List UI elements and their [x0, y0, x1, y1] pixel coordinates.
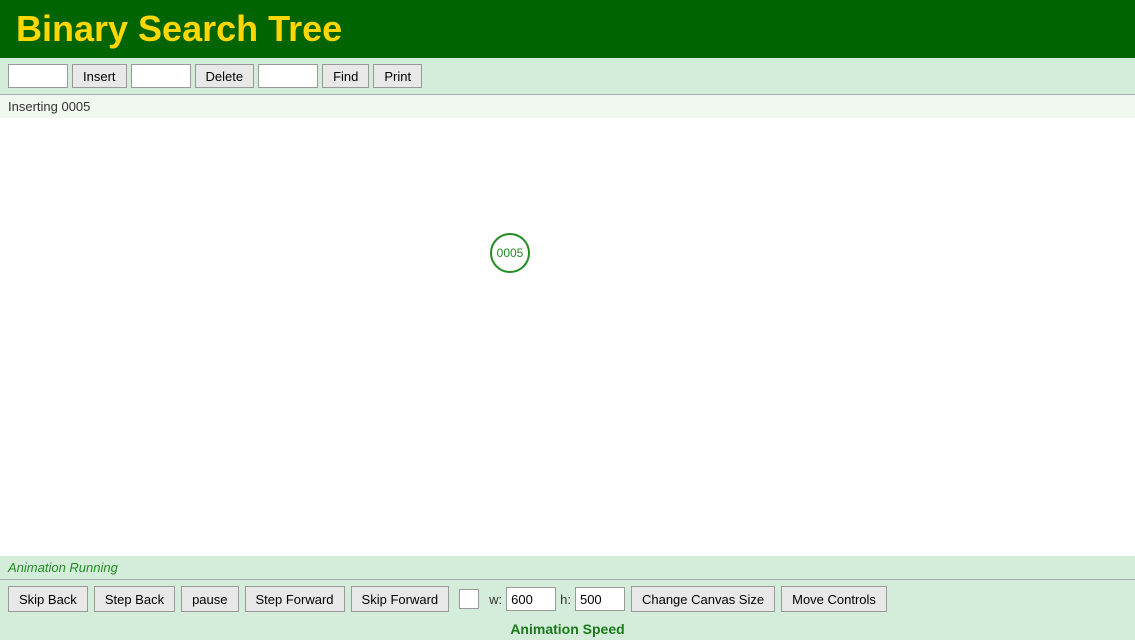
toolbar: Insert Delete Find Print: [0, 58, 1135, 95]
print-button[interactable]: Print: [373, 64, 422, 88]
delete-button[interactable]: Delete: [195, 64, 255, 88]
animation-running-label: Animation Running: [8, 560, 118, 575]
pause-button[interactable]: pause: [181, 586, 238, 612]
header: Binary Search Tree: [0, 0, 1135, 58]
height-label: h:: [560, 592, 571, 607]
animation-status: Animation Running: [0, 556, 1135, 579]
step-back-button[interactable]: Step Back: [94, 586, 175, 612]
find-button[interactable]: Find: [322, 64, 369, 88]
status-area: Inserting 0005: [0, 95, 1135, 118]
skip-forward-button[interactable]: Skip Forward: [351, 586, 450, 612]
animation-speed-label: Animation Speed: [510, 621, 624, 637]
move-controls-button[interactable]: Move Controls: [781, 586, 887, 612]
page-title: Binary Search Tree: [16, 8, 1119, 50]
canvas-area: 0005: [0, 118, 1135, 556]
width-label: w:: [489, 592, 502, 607]
step-forward-button[interactable]: Step Forward: [245, 586, 345, 612]
change-canvas-button[interactable]: Change Canvas Size: [631, 586, 775, 612]
insert-input[interactable]: [8, 64, 68, 88]
delete-input[interactable]: [131, 64, 191, 88]
dimension-group: w: h:: [489, 587, 625, 611]
tree-node: 0005: [490, 233, 530, 273]
speed-slider[interactable]: [459, 589, 479, 609]
animation-speed-bar: Animation Speed: [0, 618, 1135, 640]
find-input[interactable]: [258, 64, 318, 88]
insert-button[interactable]: Insert: [72, 64, 127, 88]
bottom-controls: Skip Back Step Back pause Step Forward S…: [0, 579, 1135, 618]
width-input[interactable]: [506, 587, 556, 611]
status-message: Inserting 0005: [8, 99, 90, 114]
skip-back-button[interactable]: Skip Back: [8, 586, 88, 612]
height-input[interactable]: [575, 587, 625, 611]
